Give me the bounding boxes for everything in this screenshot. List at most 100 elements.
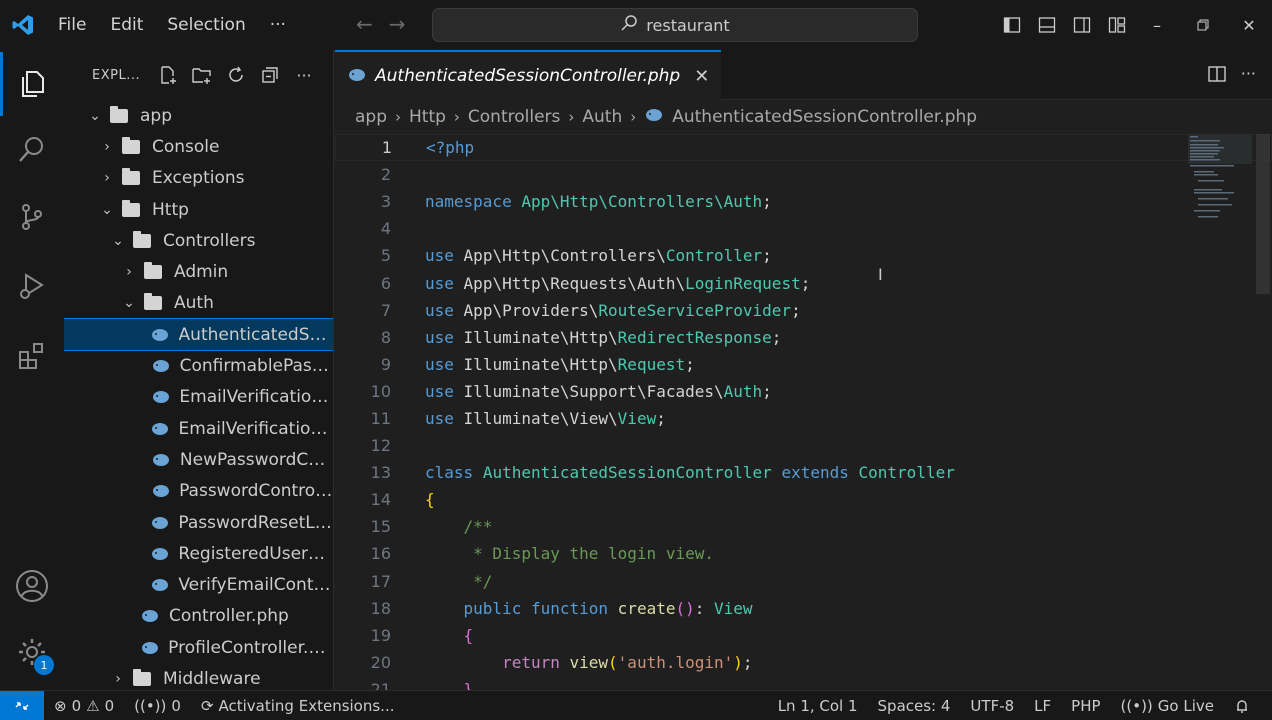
title-bar-right: – ✕ [994,0,1272,50]
explorer-actions: ··· [157,64,315,86]
tree-file-newpassword[interactable]: NewPasswordCo... [64,444,333,475]
ports-indicator[interactable]: ((•)) 0 [124,697,191,715]
collapse-all-icon[interactable] [259,64,281,86]
loading-icon: ⟳ [200,696,214,715]
tree-file-controller[interactable]: Controller.php [64,601,333,632]
forward-arrow-icon[interactable]: → [389,12,406,36]
breadcrumb-app[interactable]: app [355,107,387,127]
run-debug-icon[interactable] [0,254,64,318]
tree-folder-app[interactable]: ⌄ app [64,100,333,131]
code-line: 17 */ [370,571,493,591]
tab-authenticatedsessioncontroller[interactable]: AuthenticatedSessionController.php ✕ [335,50,722,100]
tree-file-registereduser[interactable]: RegisteredUserCo... [64,538,333,569]
editor-scrollbar[interactable] [1256,134,1270,294]
breadcrumb-file[interactable]: AuthenticatedSessionController.php [672,107,977,127]
tree-folder-auth[interactable]: ⌄ Auth [64,288,333,319]
editor-actions: ··· [1207,64,1256,88]
minimap[interactable] [1188,134,1252,234]
tree-folder-http[interactable]: ⌄ Http [64,194,333,225]
close-icon[interactable]: ✕ [694,66,709,87]
encoding[interactable]: UTF-8 [960,697,1024,715]
refresh-icon[interactable] [225,64,247,86]
menu-edit[interactable]: Edit [98,15,155,35]
status-bar: ⊗ 0 ⚠ 0 ((•)) 0 ⟳ Activating Extensions.… [0,690,1272,720]
code-line: 2 [380,165,391,185]
new-folder-icon[interactable] [191,64,213,86]
chevron-right-icon: › [453,108,460,126]
toggle-secondary-sidebar-icon[interactable] [1064,0,1099,50]
editor-tabs: AuthenticatedSessionController.php ✕ ··· [335,50,1272,100]
code-line: 1 <?php [335,134,1272,162]
tree-folder-admin[interactable]: › Admin [64,256,333,287]
minimize-icon[interactable]: – [1134,0,1180,50]
tree-folder-middleware[interactable]: › Middleware [64,663,333,690]
notifications-bell-icon[interactable] [1224,698,1260,714]
back-arrow-icon[interactable]: ← [356,12,373,36]
restore-icon[interactable] [1180,0,1226,50]
folder-icon [122,168,140,186]
breadcrumb-controllers[interactable]: Controllers [468,107,560,127]
php-elephant-icon [347,67,367,86]
search-icon[interactable] [0,118,64,182]
command-center-search[interactable]: restaurant [432,8,918,42]
breadcrumb-http[interactable]: Http [409,107,446,127]
menu-more[interactable]: ··· [258,15,298,35]
source-control-icon[interactable] [0,185,64,249]
tree-file-emailverificationprompt[interactable]: EmailVerificationP... [64,413,333,444]
chevron-right-icon: › [395,108,401,126]
remote-indicator-icon[interactable] [0,690,44,720]
code-line: 19 { [370,625,474,645]
code-editor[interactable]: 1 <?php 2 3 namespace App\Http\Controllers… [335,134,1272,699]
tree-folder-controllers[interactable]: ⌄ Controllers [64,225,333,256]
menu-bar: File Edit Selection ··· [46,0,298,50]
warning-icon: ⚠ [86,696,100,715]
folder-icon [122,199,140,217]
tree-file-passwordresetlink[interactable]: PasswordResetLin... [64,507,333,538]
extensions-icon[interactable] [0,324,64,388]
code-line: 12 [370,436,391,456]
tree-folder-console[interactable]: › Console [64,131,333,162]
more-actions-icon[interactable]: ··· [293,64,315,86]
breadcrumb-auth[interactable]: Auth [582,107,622,127]
menu-file[interactable]: File [46,15,98,35]
close-window-icon[interactable]: ✕ [1226,0,1272,50]
language-mode[interactable]: PHP [1061,697,1110,715]
ports-icon: ((•)) [134,696,167,715]
new-file-icon[interactable] [157,64,179,86]
title-bar: File Edit Selection ··· ← → restaurant –… [0,0,1272,50]
more-actions-icon[interactable]: ··· [1241,64,1256,88]
customize-layout-icon[interactable] [1099,0,1134,50]
tree-file-confirmablepassword[interactable]: ConfirmablePass... [64,350,333,381]
tree-file-passwordcontroller[interactable]: PasswordControll... [64,476,333,507]
chevron-right-icon: › [104,170,110,187]
php-elephant-icon [644,107,664,127]
split-editor-icon[interactable] [1207,64,1227,88]
mouse-cursor-icon: I [878,265,883,284]
folder-icon [133,668,151,686]
indentation[interactable]: Spaces: 4 [868,697,961,715]
toggle-panel-icon[interactable] [1029,0,1064,50]
broadcast-icon: ((•)) [1120,697,1153,715]
tree-file-profilecontroller[interactable]: ProfileController.php [64,632,333,663]
cursor-position[interactable]: Ln 1, Col 1 [768,697,868,715]
chevron-right-icon: › [126,264,132,281]
extension-activation-status[interactable]: ⟳ Activating Extensions... [191,697,405,715]
tree-file-emailverification[interactable]: EmailVerification... [64,382,333,413]
go-live-button[interactable]: ((•)) Go Live [1111,697,1224,715]
accounts-icon[interactable] [0,554,64,618]
problems-indicator[interactable]: ⊗ 0 ⚠ 0 [44,697,124,715]
tree-file-authenticatedsessioncontroller[interactable]: AuthenticatedSes... [64,318,333,352]
file-tree: ⌄ app › Console › Exceptions ⌄ Http ⌄ Co… [64,100,333,690]
code-line: 6 use App\Http\Requests\Auth\LoginRequest… [380,273,811,293]
code-line: 18 public function create(): View [370,598,753,618]
code-line: 20 return view('auth.login'); [370,652,753,672]
toggle-primary-sidebar-icon[interactable] [994,0,1029,50]
folder-icon [144,293,162,311]
tree-folder-exceptions[interactable]: › Exceptions [64,163,333,194]
manage-gear-icon[interactable]: 1 [0,620,64,684]
menu-selection[interactable]: Selection [155,15,257,35]
explorer-icon[interactable] [0,52,64,116]
tree-file-verifyemail[interactable]: VerifyEmailContro... [64,569,333,600]
status-right: Ln 1, Col 1 Spaces: 4 UTF-8 LF PHP ((•))… [768,691,1260,720]
end-of-line[interactable]: LF [1024,697,1061,715]
